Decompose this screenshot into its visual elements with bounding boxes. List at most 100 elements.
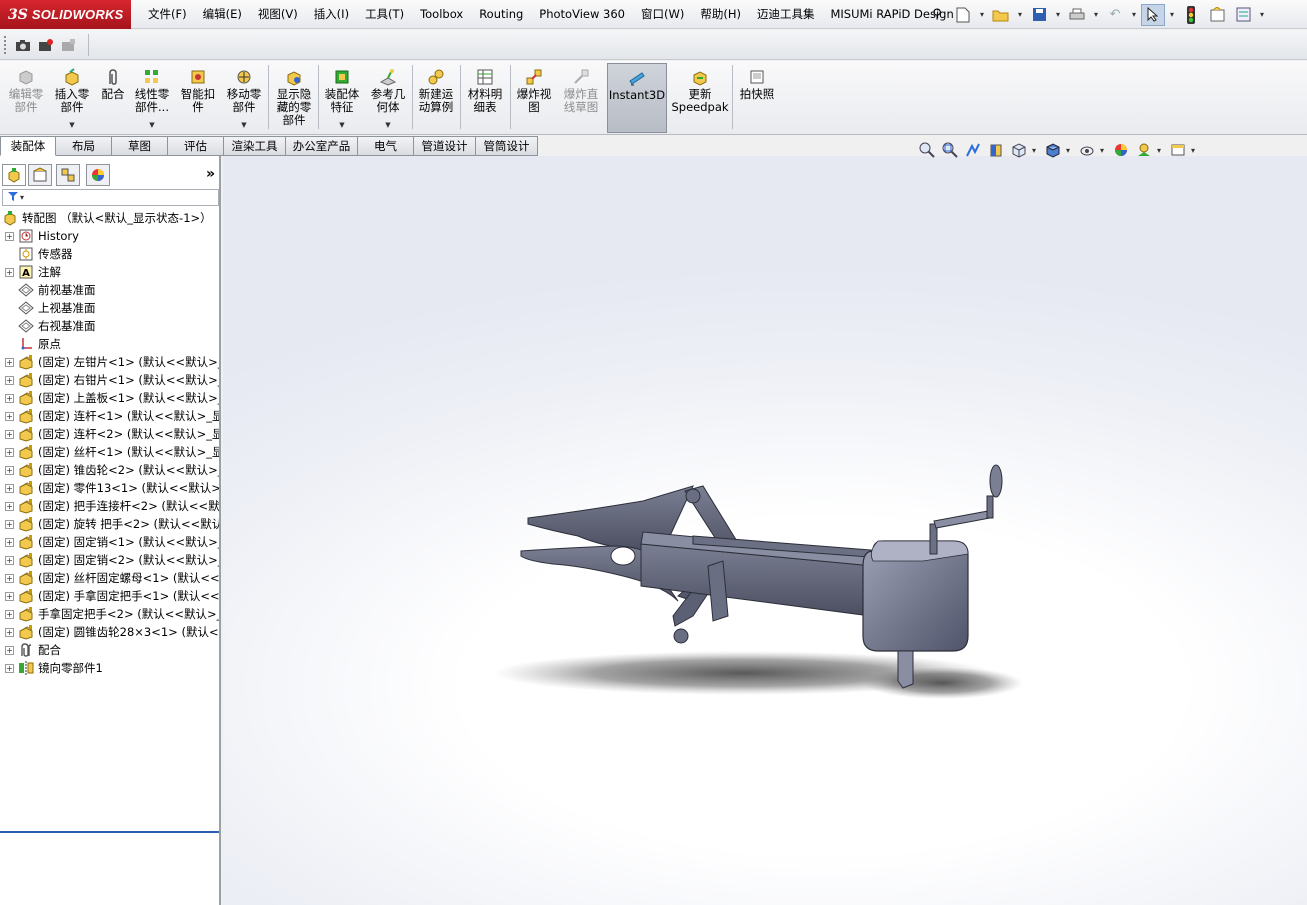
hide-show-dropdown-icon[interactable]: ▾ [1100, 146, 1108, 155]
view-orientation-icon[interactable] [1009, 140, 1029, 160]
expand-plus-icon[interactable]: + [5, 393, 14, 403]
instant3d-button[interactable]: Instant3D [607, 63, 667, 133]
edit-appearance-icon[interactable] [1111, 140, 1131, 160]
feature-manager-tab-icon[interactable] [2, 164, 26, 186]
tree-item[interactable]: 传感器 [0, 245, 219, 263]
view-orientation-dropdown-icon[interactable]: ▾ [1032, 146, 1040, 155]
view-settings-dropdown-icon[interactable]: ▾ [1191, 146, 1199, 155]
graphics-area[interactable] [223, 156, 1307, 905]
tab-layout[interactable]: 布局 [56, 136, 112, 156]
assembly-features-dropdown-icon[interactable]: ▼ [339, 121, 344, 129]
tree-item[interactable]: 右视基准面 [0, 317, 219, 335]
camera-icon[interactable] [14, 36, 32, 54]
display-manager-tab-icon[interactable] [86, 164, 110, 186]
tab-sketch[interactable]: 草图 [112, 136, 168, 156]
double-chevron-right-icon[interactable]: » [206, 166, 215, 182]
tree-item[interactable]: + (固定) 固定销<1> (默认<<默认>_显示状态 1>) [0, 533, 219, 551]
tree-item[interactable]: + (固定) 丝杆固定螺母<1> (默认<<默认>_显示状态 1>) [0, 569, 219, 587]
section-view-icon[interactable] [986, 140, 1006, 160]
menu-help[interactable]: 帮助(H) [692, 0, 749, 29]
tree-item[interactable]: 上视基准面 [0, 299, 219, 317]
apply-scene-icon[interactable] [1134, 140, 1154, 160]
expand-plus-icon[interactable]: + [5, 591, 14, 601]
tree-item[interactable]: + (固定) 丝杆<1> (默认<<默认>_显示状态 1>) [0, 443, 219, 461]
tree-item[interactable]: + History [0, 227, 219, 245]
crank-arm[interactable] [933, 510, 991, 529]
foot-clamp[interactable] [897, 650, 914, 689]
expand-plus-icon[interactable]: + [5, 447, 14, 457]
view-settings-icon[interactable] [1168, 140, 1188, 160]
expand-plus-icon[interactable]: + [5, 501, 14, 511]
tab-assembly[interactable]: 装配体 [0, 136, 56, 156]
tree-item[interactable]: + (固定) 手拿固定把手<1> (默认<<默认>_显示状态 1>) [0, 587, 219, 605]
menu-window[interactable]: 窗口(W) [633, 0, 692, 29]
take-snapshot-button[interactable]: 拍快照 [736, 63, 778, 133]
print-icon[interactable] [1065, 4, 1089, 26]
expand-plus-icon[interactable]: + [5, 357, 14, 367]
reference-geometry-button[interactable]: 参考几 何体 ▼ [366, 63, 410, 133]
move-component-dropdown-icon[interactable]: ▼ [241, 121, 246, 129]
expand-plus-icon[interactable]: + [5, 267, 14, 277]
expand-plus-icon[interactable]: + [5, 573, 14, 583]
menu-routing[interactable]: Routing [471, 0, 531, 29]
tree-item[interactable]: + (固定) 固定销<2> (默认<<默认>_显示状态 1>) [0, 551, 219, 569]
tree-item[interactable]: + (固定) 锥齿轮<2> (默认<<默认>_显示状态 1>) [0, 461, 219, 479]
apply-scene-dropdown-icon[interactable]: ▾ [1157, 146, 1165, 155]
expand-plus-icon[interactable]: + [5, 519, 14, 529]
edit-component-button[interactable]: 编辑零 部件 [4, 63, 48, 133]
tree-root-assembly[interactable]: 转配图 （默认<默认_显示状态-1>） [0, 209, 219, 227]
bill-of-materials-button[interactable]: 材料明 细表 [462, 63, 508, 133]
move-component-button[interactable]: 移动零 部件 ▼ [222, 63, 266, 133]
menu-file[interactable]: 文件(F) [140, 0, 195, 29]
menu-maidi-tools[interactable]: 迈迪工具集 [749, 0, 823, 29]
save-dropdown-icon[interactable]: ▾ [1053, 10, 1063, 19]
tree-item[interactable]: + 手拿固定把手<2> (默认<<默认>_显示状态 1>) [0, 605, 219, 623]
tab-office-products[interactable]: 办公室产品 [286, 136, 358, 156]
expand-plus-icon[interactable]: + [5, 537, 14, 547]
tree-item[interactable]: + (固定) 零件13<1> (默认<<默认>_显示状态 1>) [0, 479, 219, 497]
undo-dropdown-icon[interactable]: ▾ [1129, 10, 1139, 19]
toolbar-grip[interactable] [4, 36, 7, 54]
filter-dropdown-icon[interactable]: ▾ [20, 193, 24, 202]
file-properties-icon[interactable] [1205, 4, 1229, 26]
tab-piping[interactable]: 管道设计 [414, 136, 476, 156]
rebuild-traffic-light-icon[interactable] [1179, 4, 1203, 26]
expand-plus-icon[interactable]: + [5, 429, 14, 439]
record-video-icon[interactable] [37, 36, 55, 54]
expand-plus-icon[interactable]: + [5, 231, 14, 241]
display-style-icon[interactable] [1043, 140, 1063, 160]
expand-plus-icon[interactable]: + [5, 627, 14, 637]
tree-item[interactable]: + (固定) 把手连接杆<2> (默认<<默认>_显示状态 1>) [0, 497, 219, 515]
display-style-dropdown-icon[interactable]: ▾ [1066, 146, 1074, 155]
tree-item[interactable]: + (固定) 连杆<2> (默认<<默认>_显示状态 1>) [0, 425, 219, 443]
tree-item[interactable]: + A 注解 [0, 263, 219, 281]
hide-show-items-icon[interactable] [1077, 140, 1097, 160]
tree-filter[interactable]: ▾ [2, 189, 219, 206]
explode-line-sketch-button[interactable]: 爆炸直 线草图 [558, 63, 604, 133]
tree-item[interactable]: + (固定) 连杆<1> (默认<<默认>_显示状态 1>) [0, 407, 219, 425]
expand-plus-icon[interactable]: + [5, 465, 14, 475]
tree-item[interactable]: + (固定) 旋转 把手<2> (默认<<默认>_显示状态 1>) [0, 515, 219, 533]
tab-tubing[interactable]: 管筒设计 [476, 136, 538, 156]
menu-insert[interactable]: 插入(I) [306, 0, 357, 29]
options-dropdown-icon[interactable]: ▾ [1257, 10, 1267, 19]
reference-geometry-dropdown-icon[interactable]: ▼ [385, 121, 390, 129]
expand-plus-icon[interactable]: + [5, 483, 14, 493]
expand-plus-icon[interactable]: + [5, 609, 14, 619]
options-icon[interactable] [1231, 4, 1255, 26]
solidworks-logo[interactable]: 3S SOLIDWORKS [0, 0, 131, 29]
menu-edit[interactable]: 编辑(E) [195, 0, 250, 29]
save-icon[interactable] [1027, 4, 1051, 26]
menu-tools[interactable]: 工具(T) [357, 0, 412, 29]
tree-item[interactable]: 前视基准面 [0, 281, 219, 299]
previous-view-icon[interactable] [963, 140, 983, 160]
expand-plus-icon[interactable]: + [5, 555, 14, 565]
crank-knob[interactable] [989, 464, 1003, 498]
open-dropdown-icon[interactable]: ▾ [1015, 10, 1025, 19]
tree-item[interactable]: + (固定) 圆锥齿轮28×3<1> (默认<<默认>_显示状态 1>) [0, 623, 219, 641]
mate-button[interactable]: 配合 [96, 63, 130, 133]
tree-item[interactable]: + (固定) 左钳片<1> (默认<<默认>_显示状态 1>) [0, 353, 219, 371]
linear-pattern-dropdown-icon[interactable]: ▼ [149, 121, 154, 129]
assembly-model-pliers[interactable] [493, 464, 1023, 699]
stop-record-icon[interactable] [60, 36, 78, 54]
